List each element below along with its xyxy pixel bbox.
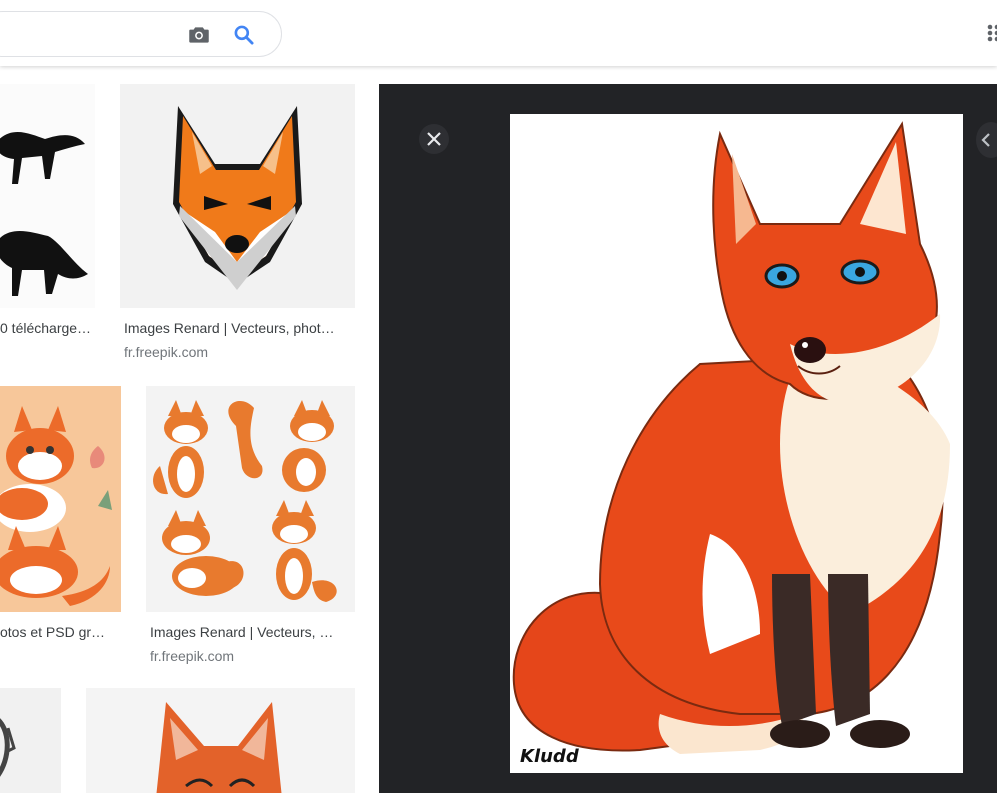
result-card[interactable]: Images Renard | Vecteurs, phot… fr.freep… (120, 66, 356, 366)
result-card[interactable] (86, 688, 356, 793)
search-icon[interactable] (231, 22, 257, 48)
image-preview-panel: Kludd (379, 84, 997, 793)
preview-image[interactable]: Kludd (510, 114, 963, 773)
close-icon[interactable] (419, 124, 449, 154)
search-box[interactable] (0, 11, 282, 57)
result-caption[interactable]: 0 télécharge… (0, 320, 95, 336)
result-card[interactable] (0, 688, 62, 793)
result-source[interactable]: fr.freepik.com (150, 648, 234, 664)
result-thumbnail[interactable] (86, 688, 355, 793)
result-thumbnail[interactable] (146, 386, 355, 612)
result-thumbnail[interactable] (0, 386, 121, 612)
apps-grid-icon[interactable] (981, 20, 997, 46)
result-caption[interactable]: otos et PSD gr… (0, 624, 121, 640)
result-thumbnail[interactable] (0, 688, 61, 793)
result-card[interactable]: 0 télécharge… (0, 66, 96, 366)
artist-signature: Kludd (520, 746, 579, 767)
chevron-left-icon[interactable] (976, 122, 997, 158)
result-caption[interactable]: Images Renard | Vecteurs, phot… (124, 320, 355, 336)
image-results-grid: 0 télécharge… Images Renard | Vecteurs, … (0, 66, 379, 793)
result-thumbnail[interactable] (0, 84, 95, 308)
camera-icon[interactable] (186, 22, 212, 48)
result-source[interactable]: fr.freepik.com (124, 344, 208, 360)
result-card[interactable]: otos et PSD gr… (0, 386, 122, 666)
result-caption[interactable]: Images Renard | Vecteurs, … (150, 624, 355, 640)
result-thumbnail[interactable] (120, 84, 355, 308)
top-bar (0, 0, 997, 66)
search-input[interactable] (5, 20, 155, 48)
result-card[interactable]: Images Renard | Vecteurs, … fr.freepik.c… (146, 386, 356, 666)
